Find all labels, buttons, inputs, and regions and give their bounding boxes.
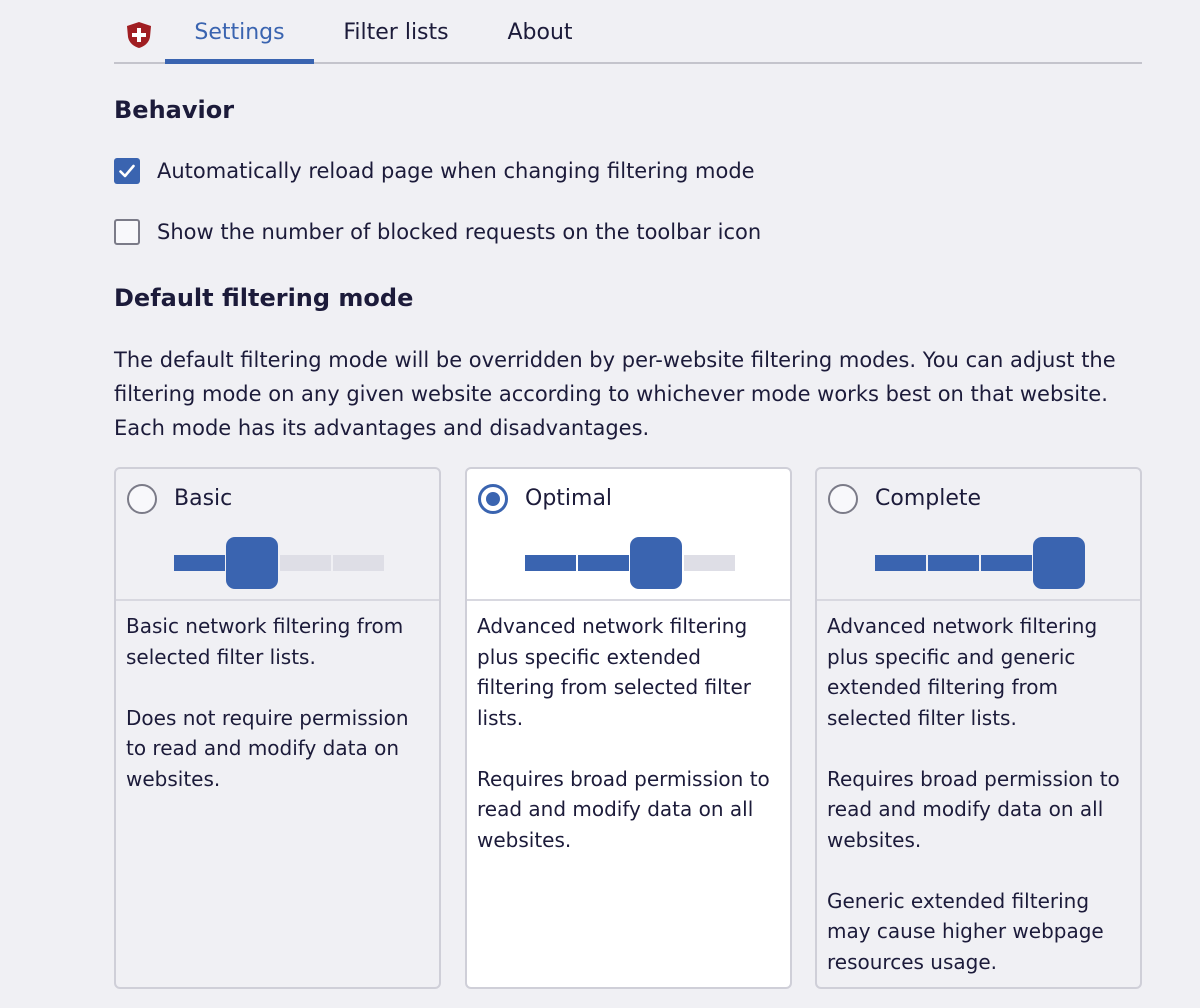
show-count-checkbox[interactable] xyxy=(114,219,140,245)
show-count-label: Show the number of blocked requests on t… xyxy=(157,220,762,244)
slider-segment xyxy=(174,555,225,571)
ublock-shield-logo-icon xyxy=(127,22,151,48)
slider-knob xyxy=(226,537,278,589)
basic-paragraph: Does not require permission to read and … xyxy=(126,705,409,791)
optimal-level-slider xyxy=(525,537,737,589)
optimal-radio[interactable] xyxy=(478,484,508,514)
slider-segment xyxy=(875,555,926,571)
checkmark-icon xyxy=(119,164,135,178)
complete-radio[interactable] xyxy=(828,484,858,514)
optimal-paragraph: Advanced network filtering plus specific… xyxy=(477,614,752,730)
default-filtering-mode-heading: Default filtering mode xyxy=(114,284,414,312)
auto-reload-checkbox[interactable] xyxy=(114,158,140,184)
slider-segment xyxy=(928,555,979,571)
complete-paragraph: Generic extended filtering may cause hig… xyxy=(827,888,1104,974)
mode-card-basic[interactable]: Basic Basic network filtering from selec… xyxy=(114,467,441,989)
mode-card-header: Basic xyxy=(116,469,439,601)
tab-filter-lists[interactable]: Filter lists xyxy=(330,0,462,64)
slider-segment xyxy=(981,555,1032,571)
slider-segment xyxy=(525,555,576,571)
slider-knob xyxy=(1033,537,1085,589)
optimal-label: Optimal xyxy=(525,486,613,511)
basic-radio[interactable] xyxy=(127,484,157,514)
slider-segment xyxy=(684,555,735,571)
tab-settings[interactable]: Settings xyxy=(165,0,314,64)
slider-segment xyxy=(280,555,331,571)
mode-card-optimal[interactable]: Optimal Advanced network filtering plus … xyxy=(465,467,792,989)
complete-level-slider xyxy=(875,537,1087,589)
auto-reload-option[interactable]: Automatically reload page when changing … xyxy=(114,158,755,184)
show-count-option[interactable]: Show the number of blocked requests on t… xyxy=(114,219,761,245)
basic-label: Basic xyxy=(174,486,233,511)
complete-paragraph: Requires broad permission to read and mo… xyxy=(827,766,1120,852)
basic-paragraph: Basic network filtering from selected fi… xyxy=(126,614,404,669)
default-mode-description: The default filtering mode will be overr… xyxy=(114,348,1116,440)
tab-bar: Settings Filter lists About xyxy=(114,0,1142,64)
mode-card-header: Complete xyxy=(817,469,1140,601)
behavior-heading: Behavior xyxy=(114,96,235,124)
complete-label: Complete xyxy=(875,486,982,511)
optimal-paragraph: Requires broad permission to read and mo… xyxy=(477,766,770,852)
tab-about[interactable]: About xyxy=(495,0,585,64)
optimal-description: Advanced network filtering plus specific… xyxy=(477,611,782,886)
complete-paragraph: Advanced network filtering plus specific… xyxy=(827,614,1098,730)
slider-knob xyxy=(630,537,682,589)
slider-segment xyxy=(578,555,629,571)
mode-card-header: Optimal xyxy=(467,469,790,601)
auto-reload-label: Automatically reload page when changing … xyxy=(157,159,755,183)
slider-segment xyxy=(333,555,384,571)
basic-description: Basic network filtering from selected fi… xyxy=(126,611,431,825)
mode-card-complete[interactable]: Complete Advanced network filtering plus… xyxy=(815,467,1142,989)
complete-description: Advanced network filtering plus specific… xyxy=(827,611,1132,987)
basic-level-slider xyxy=(174,537,386,589)
